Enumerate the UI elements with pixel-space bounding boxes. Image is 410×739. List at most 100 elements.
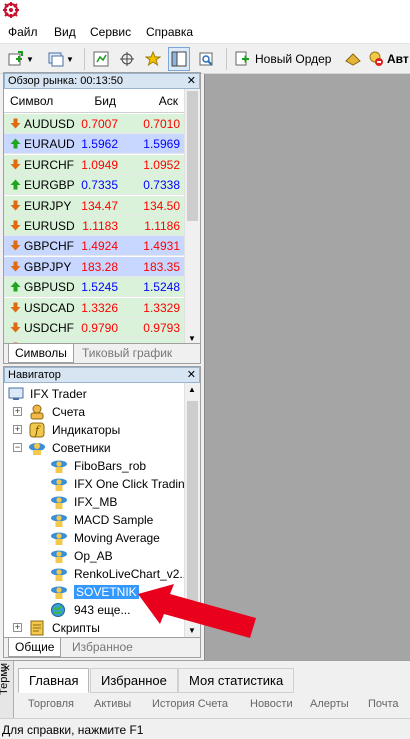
quote-row[interactable]: EURCHF 1.0949 1.0952 bbox=[4, 154, 184, 175]
expert-name: RenkoLiveChart_v2.1 bbox=[74, 567, 190, 581]
new-chart-button[interactable]: ▼ bbox=[6, 47, 36, 71]
expand-icon[interactable]: + bbox=[13, 425, 22, 434]
tab-my-statistics[interactable]: Моя статистика bbox=[178, 668, 295, 693]
subtab-account-history[interactable]: История Счета bbox=[152, 698, 228, 710]
navigator-title: Навигатор bbox=[8, 369, 61, 381]
arrow-up-icon bbox=[10, 179, 21, 190]
quote-row[interactable]: GBPCHF 1.4924 1.4931 bbox=[4, 236, 184, 257]
auto-trading-label: Авт bbox=[387, 52, 409, 66]
expert-name: Op_AB bbox=[74, 549, 113, 563]
subtab-mail[interactable]: Почта bbox=[368, 698, 399, 710]
arrow-down-icon bbox=[10, 159, 21, 170]
column-symbol[interactable]: Символ bbox=[10, 94, 53, 108]
crosshair-button[interactable] bbox=[116, 47, 138, 71]
annotation-arrow-icon bbox=[138, 584, 256, 638]
quote-row[interactable]: EURJPY 134.47 134.50 bbox=[4, 195, 184, 216]
navigator-button[interactable] bbox=[168, 47, 190, 71]
bid-price: 1.3326 bbox=[81, 300, 118, 315]
collapse-icon[interactable]: − bbox=[13, 443, 22, 452]
close-icon[interactable]: ✕ bbox=[3, 663, 11, 674]
ask-price: 183.35 bbox=[143, 259, 180, 274]
expand-icon[interactable]: + bbox=[13, 407, 22, 416]
quote-row[interactable]: USDCHF 0.9790 0.9793 bbox=[4, 318, 184, 338]
expert-options-button[interactable] bbox=[342, 47, 364, 71]
tab-symbols[interactable]: Символы bbox=[8, 344, 74, 363]
quote-row[interactable]: EURAUD 1.5962 1.5969 bbox=[4, 134, 184, 155]
bid-price: 1.4924 bbox=[81, 239, 118, 254]
menu-file[interactable]: Файл bbox=[8, 25, 38, 39]
expert-advisor-icon bbox=[51, 532, 67, 545]
status-help-text: Для справки, нажмите F1 bbox=[2, 723, 144, 737]
scroll-thumb[interactable] bbox=[187, 91, 198, 221]
expand-icon[interactable]: + bbox=[13, 623, 22, 632]
subtab-news[interactable]: Новости bbox=[250, 698, 293, 710]
tab-main[interactable]: Главная bbox=[18, 668, 90, 693]
subtab-assets[interactable]: Активы bbox=[94, 698, 131, 710]
terminal-icon bbox=[8, 387, 24, 400]
new-order-button[interactable]: Новый Ордер bbox=[234, 47, 336, 71]
quote-row[interactable]: EURGBP 0.7335 0.7338 bbox=[4, 175, 184, 196]
auto-trading-icon bbox=[369, 51, 383, 66]
symbol-name: GBPUSD bbox=[24, 280, 75, 295]
quote-row[interactable]: AUDUSD 0.7007 0.7010 bbox=[4, 114, 184, 134]
symbol-name: USDCHF bbox=[24, 321, 74, 335]
bid-price: 0.7335 bbox=[81, 178, 118, 193]
market-watch-button[interactable] bbox=[90, 47, 112, 71]
symbol-name: EURUSD bbox=[24, 219, 75, 233]
tab-favorites[interactable]: Избранное bbox=[66, 638, 139, 657]
tab-tick-chart[interactable]: Тиковый график bbox=[76, 344, 178, 363]
tester-button[interactable] bbox=[196, 47, 218, 71]
quote-row[interactable]: USDCAD 1.3326 1.3329 bbox=[4, 297, 184, 318]
symbol-name: AUDUSD bbox=[24, 117, 75, 131]
quote-row[interactable]: GBPJPY 183.28 183.35 bbox=[4, 256, 184, 277]
scripts-icon bbox=[30, 620, 44, 636]
market-watch-icon bbox=[93, 51, 109, 67]
column-ask[interactable]: Аск bbox=[159, 94, 178, 108]
ask-price: 1.5969 bbox=[143, 137, 180, 152]
ask-price: 0.7338 bbox=[143, 178, 180, 193]
close-icon[interactable]: ✕ bbox=[187, 75, 196, 87]
arrow-down-icon bbox=[10, 302, 21, 313]
bid-price: 0.9790 bbox=[81, 321, 118, 335]
expert-name: FiboBars_rob bbox=[74, 459, 147, 473]
tree-root-label: IFX Trader bbox=[30, 387, 87, 401]
title-bar bbox=[0, 0, 410, 20]
ask-price: 1.3329 bbox=[143, 300, 180, 315]
profiles-button[interactable]: ▼ bbox=[46, 47, 76, 71]
chart-workspace[interactable] bbox=[204, 74, 410, 660]
scroll-down-icon[interactable]: ▼ bbox=[188, 334, 196, 343]
subtab-trade[interactable]: Торговля bbox=[28, 698, 74, 710]
symbol-name: USDCAD bbox=[24, 300, 75, 315]
subtab-alerts[interactable]: Алерты bbox=[310, 698, 349, 710]
ask-price: 1.1186 bbox=[144, 219, 180, 233]
close-icon[interactable]: ✕ bbox=[187, 369, 196, 381]
tab-favorites-terminal[interactable]: Избранное bbox=[90, 668, 178, 693]
menu-view[interactable]: Вид bbox=[54, 25, 76, 39]
market-watch-columns: Символ Бид Аск bbox=[4, 89, 184, 113]
expert-name: IFX_MB bbox=[74, 495, 118, 509]
bid-price: 1.1183 bbox=[82, 219, 118, 233]
terminal-side-label: Терми ✕ bbox=[0, 661, 14, 719]
arrow-down-icon bbox=[10, 240, 21, 251]
menu-tools[interactable]: Сервис bbox=[90, 25, 131, 39]
bid-price: 1.5245 bbox=[81, 280, 118, 295]
menu-help[interactable]: Справка bbox=[146, 25, 193, 39]
accounts-icon bbox=[30, 404, 44, 420]
toolbar: ▼ ▼ Новый Ордер Авт bbox=[0, 44, 410, 74]
bid-price: 134.47 bbox=[81, 198, 118, 213]
scroll-up-icon[interactable]: ▲ bbox=[188, 385, 196, 394]
ask-price: 134.50 bbox=[143, 198, 180, 213]
quote-row[interactable]: GBPUSD 1.5245 1.5248 bbox=[4, 277, 184, 298]
market-watch-scrollbar[interactable]: ▼ bbox=[184, 89, 200, 345]
ask-price: 1.5248 bbox=[143, 280, 180, 295]
new-order-icon bbox=[235, 51, 249, 66]
column-bid[interactable]: Бид bbox=[94, 94, 116, 108]
market-watch-tabs: Символы Тиковый график bbox=[4, 343, 200, 363]
expert-advisor-icon bbox=[51, 460, 67, 473]
tab-common[interactable]: Общие bbox=[8, 638, 62, 657]
quote-row[interactable]: EURUSD 1.1183 1.1186 bbox=[4, 216, 184, 236]
favorites-button[interactable] bbox=[142, 47, 164, 71]
auto-trading-button[interactable]: Авт bbox=[368, 47, 410, 71]
indicators-icon: f bbox=[29, 422, 45, 438]
scroll-thumb[interactable] bbox=[187, 401, 198, 601]
